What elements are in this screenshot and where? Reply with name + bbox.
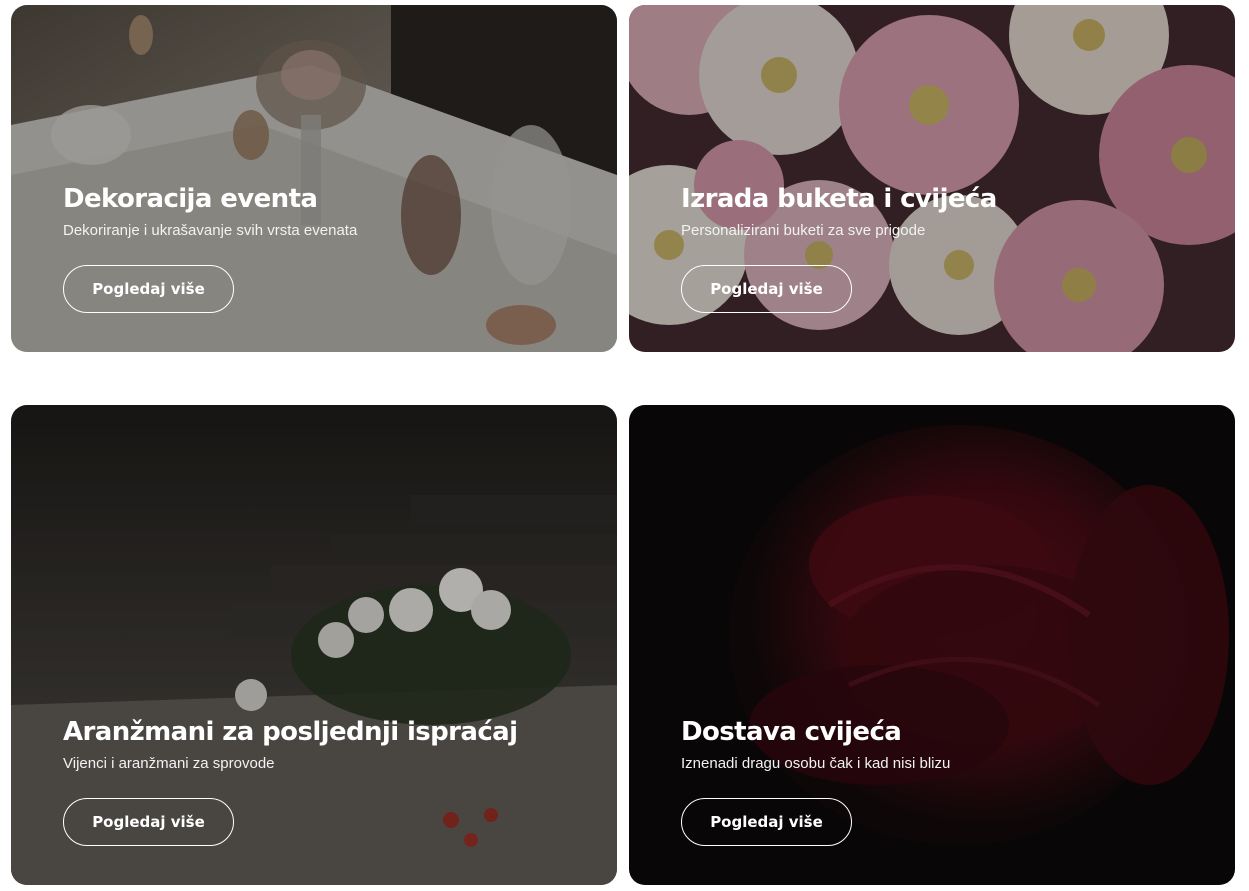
card-subtitle: Dekoriranje i ukrašavanje svih vrsta eve… — [63, 222, 358, 239]
card-content: Dostava cvijeća Iznenadi dragu osobu čak… — [681, 717, 950, 846]
card-content: Izrada buketa i cvijeća Personalizirani … — [681, 184, 997, 313]
view-more-button[interactable]: Pogledaj više — [681, 798, 852, 846]
card-subtitle: Personalizirani buketi za sve prigode — [681, 222, 926, 239]
view-more-button[interactable]: Pogledaj više — [681, 265, 852, 313]
service-card-event-decoration[interactable]: Dekoracija eventa Dekoriranje i ukrašava… — [11, 5, 617, 352]
card-title: Aranžmani za posljednji ispraćaj — [63, 717, 518, 747]
card-subtitle: Vijenci i aranžmani za sprovode — [63, 755, 275, 772]
card-content: Aranžmani za posljednji ispraćaj Vijenci… — [63, 717, 518, 846]
card-title: Izrada buketa i cvijeća — [681, 184, 997, 214]
card-content: Dekoracija eventa Dekoriranje i ukrašava… — [63, 184, 357, 313]
view-more-button[interactable]: Pogledaj više — [63, 265, 234, 313]
service-card-bouquets[interactable]: Izrada buketa i cvijeća Personalizirani … — [629, 5, 1235, 352]
view-more-button[interactable]: Pogledaj više — [63, 798, 234, 846]
card-title: Dekoracija eventa — [63, 184, 318, 214]
card-title: Dostava cvijeća — [681, 717, 902, 747]
service-card-flower-delivery[interactable]: Dostava cvijeća Iznenadi dragu osobu čak… — [629, 405, 1235, 885]
card-subtitle: Iznenadi dragu osobu čak i kad nisi bliz… — [681, 755, 951, 772]
service-card-funeral-arrangements[interactable]: Aranžmani za posljednji ispraćaj Vijenci… — [11, 405, 617, 885]
